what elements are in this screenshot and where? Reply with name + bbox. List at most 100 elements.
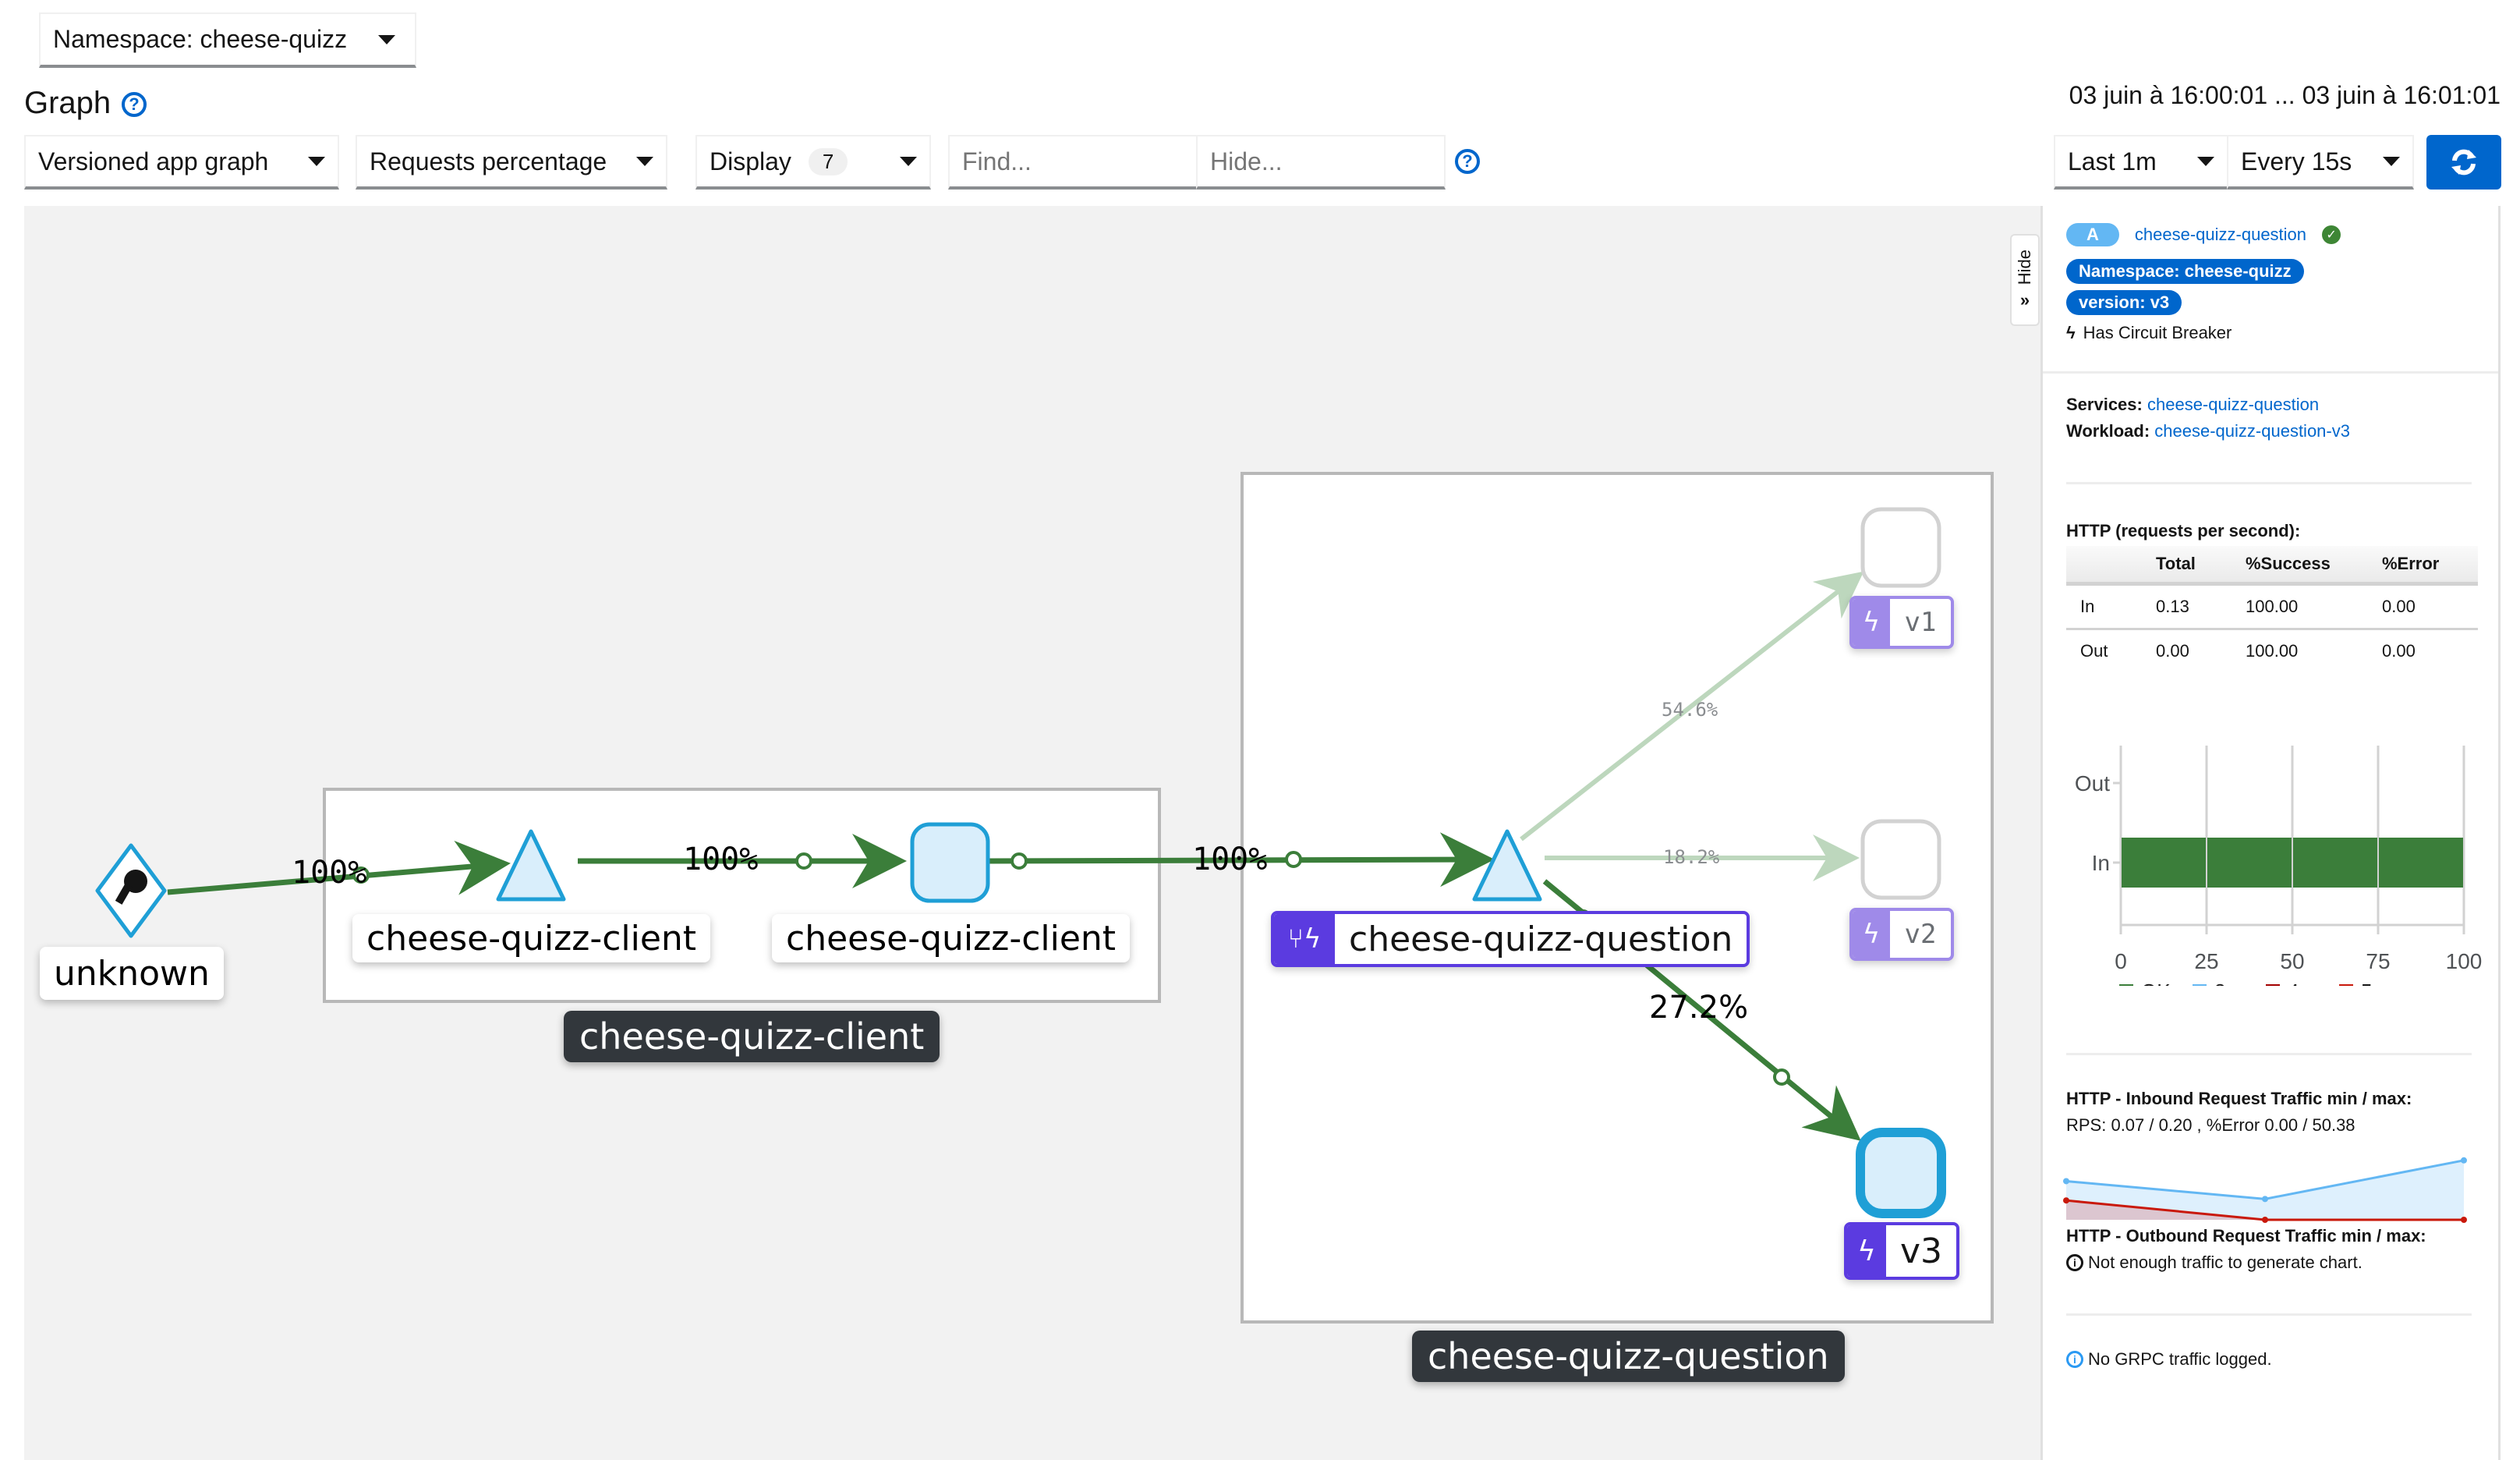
help-icon[interactable]: ? <box>122 92 147 117</box>
http-td: In <box>2066 583 2156 630</box>
workload-link[interactable]: cheese-quizz-question-v3 <box>2154 421 2350 441</box>
error-point <box>2262 1217 2268 1223</box>
grpc-note: i No GRPC traffic logged. <box>2066 1349 2272 1370</box>
info-icon: i <box>2066 1351 2083 1368</box>
chevron-down-icon <box>900 157 917 166</box>
legend-swatch <box>2193 984 2207 986</box>
circuit-breaker-icon: ϟ <box>1853 911 1890 958</box>
hide-panel-button[interactable]: Hide » <box>2010 234 2040 326</box>
v3-node[interactable] <box>1856 1128 1946 1218</box>
workload-label: Workload: <box>2066 421 2150 441</box>
http-th <box>2066 546 2156 586</box>
app-badge: A <box>2066 223 2119 246</box>
legend-label: 5xx <box>2361 980 2392 986</box>
chevron-down-icon <box>2383 157 2400 166</box>
find-input[interactable] <box>948 135 1198 190</box>
v3-label-text: v3 <box>1899 1231 1943 1271</box>
circuit-breaker-info: ϟ Has Circuit Breaker <box>2066 323 2232 343</box>
namespace-pill: Namespace: cheese-quizz <box>2066 259 2304 284</box>
refresh-interval-label: Every 15s <box>2241 147 2352 175</box>
client-app-node-label: cheese-quizz-client <box>352 914 711 962</box>
outbound-note: i Not enough traffic to generate chart. <box>2066 1253 2362 1273</box>
graph-type-label: Versioned app graph <box>38 147 269 175</box>
version-pill: version: v3 <box>2066 290 2182 315</box>
http-td: 100.00 <box>2246 583 2382 630</box>
display-select[interactable]: Display 7 <box>695 135 931 190</box>
legend-label: 3xx <box>2214 980 2246 986</box>
info-icon: i <box>2066 1254 2083 1271</box>
http-table: Total %Success %Error In 0.13 100.00 0.0… <box>2066 546 2478 672</box>
v2-node[interactable] <box>1860 819 1941 900</box>
edge-label-question-v1: 54.6% <box>1662 699 1718 721</box>
http-title: HTTP (requests per second): <box>2066 521 2301 540</box>
edge-labels-select[interactable]: Requests percentage <box>356 135 667 190</box>
v2-node-label: ϟ v2 <box>1849 908 1954 961</box>
divider <box>2043 371 2498 374</box>
table-row: Out 0.00 100.00 0.00 <box>2066 629 2478 673</box>
http-td: 0.00 <box>2382 583 2478 630</box>
http-th: Total <box>2156 546 2246 586</box>
hide-input[interactable] <box>1196 135 1446 190</box>
services-link[interactable]: cheese-quizz-question <box>2147 395 2319 414</box>
circuit-breaker-icon: ϟ <box>1847 1225 1886 1277</box>
x-tick-label: 25 <box>2194 949 2218 973</box>
question-app-label-text: cheese-quizz-question <box>1349 919 1733 959</box>
divider <box>2066 482 2472 484</box>
v1-node-label: ϟ v1 <box>1849 596 1954 649</box>
graph-edges <box>95 507 1946 1218</box>
edge-dot <box>1010 852 1028 870</box>
duration-select[interactable]: Last 1m <box>2054 135 2228 190</box>
x-tick-label: 100 <box>2446 949 2483 973</box>
namespace-pill-wrap: Namespace: cheese-quizz <box>2066 259 2304 284</box>
inbound-stats: RPS: 0.07 / 0.20 , %Error 0.00 / 50.38 <box>2066 1115 2355 1135</box>
client-app-node[interactable] <box>496 829 566 902</box>
chevron-down-icon <box>378 34 396 44</box>
chevron-down-icon <box>308 157 325 166</box>
duration-label: Last 1m <box>2068 147 2157 175</box>
app-header: A cheese-quizz-question ✓ <box>2066 223 2341 246</box>
http-td: 0.00 <box>2382 641 2416 661</box>
client-box-label: cheese-quizz-client <box>564 1011 940 1062</box>
grpc-note-text: No GRPC traffic logged. <box>2088 1349 2272 1369</box>
outbound-title: HTTP - Outbound Request Traffic min / ma… <box>2066 1226 2426 1246</box>
virtual-service-and-circuit-breaker-icon: ⑂ϟ <box>1274 914 1335 964</box>
outbound-note-text: Not enough traffic to generate chart. <box>2088 1253 2362 1272</box>
client-workload-node[interactable] <box>910 822 990 903</box>
workload-row: Workload: cheese-quizz-question-v3 <box>2066 421 2350 441</box>
divider <box>2066 1053 2472 1055</box>
rps-point <box>2063 1178 2069 1185</box>
v1-node[interactable] <box>1860 507 1941 588</box>
app-name-link[interactable]: cheese-quizz-question <box>2135 225 2306 245</box>
refresh-button[interactable] <box>2426 135 2501 190</box>
edge-labels-label: Requests percentage <box>370 147 607 175</box>
graph-type-select[interactable]: Versioned app graph <box>24 135 339 190</box>
http-th: %Error <box>2382 546 2478 586</box>
v2-label-text: v2 <box>1904 919 1937 950</box>
error-point <box>2063 1197 2069 1204</box>
namespace-select[interactable]: Namespace: cheese-quizz <box>39 12 416 68</box>
graph-canvas[interactable]: 100% 100% 100% 54.6% 18.2% 27.2% unknown… <box>24 206 2040 1460</box>
http-status-bar-chart: 0 25 50 75 100 Out In OK 3xx 4xx 5xx <box>2075 746 2483 986</box>
question-app-node[interactable] <box>1472 829 1542 902</box>
circuit-breaker-icon: ϟ <box>1853 599 1890 646</box>
x-tick-label: 0 <box>2115 949 2127 973</box>
unknown-node[interactable] <box>95 843 167 938</box>
http-td: Out <box>2080 641 2108 661</box>
time-range-text: 03 juin à 16:00:01 ... 03 juin à 16:01:0… <box>2069 81 2501 109</box>
x-tick-label: 50 <box>2280 949 2304 973</box>
refresh-interval-select[interactable]: Every 15s <box>2227 135 2414 190</box>
y-tick-label: In <box>2092 851 2110 875</box>
namespace-select-label: Namespace: cheese-quizz <box>53 25 348 53</box>
find-help-icon[interactable]: ? <box>1455 149 1480 174</box>
services-row: Services: cheese-quizz-question <box>2066 395 2319 415</box>
y-tick-label: Out <box>2075 771 2110 796</box>
sync-icon <box>2451 149 2476 175</box>
edge-dot <box>795 852 812 870</box>
page-title-text: Graph <box>24 86 111 120</box>
unknown-node-label: unknown <box>40 947 224 1000</box>
rps-point <box>2461 1157 2467 1164</box>
display-label: Display <box>710 147 791 175</box>
edge-label-question-v3: 27.2% <box>1649 990 1749 1026</box>
circuit-breaker-text: Has Circuit Breaker <box>2083 323 2232 342</box>
http-td: 0.13 <box>2156 583 2246 630</box>
